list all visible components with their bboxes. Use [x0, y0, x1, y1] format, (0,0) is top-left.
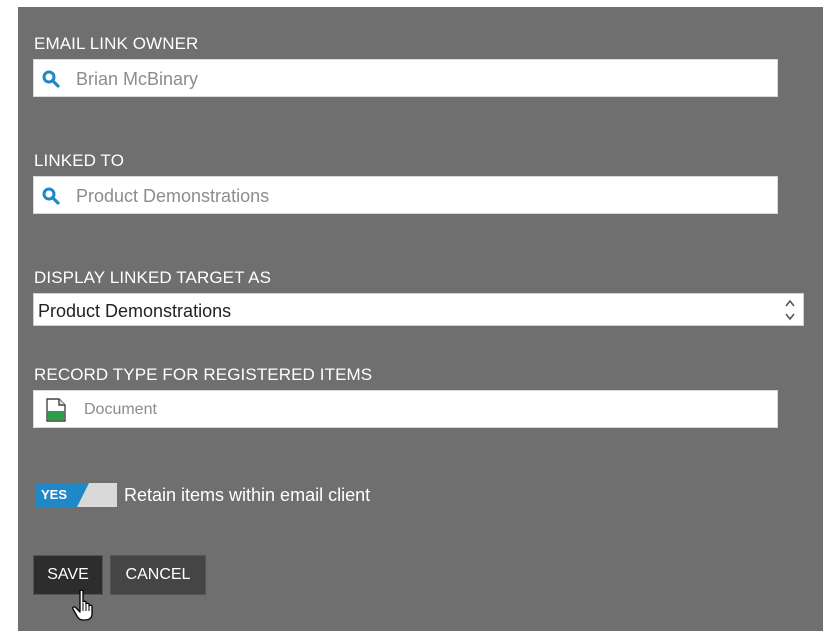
email-link-owner-value: Brian McBinary [76, 69, 199, 89]
hand-cursor-icon [72, 589, 93, 621]
record-type-label: RECORD TYPE FOR REGISTERED ITEMS [34, 365, 373, 384]
retain-items-toggle[interactable]: YES [35, 483, 117, 507]
display-linked-target-label: DISPLAY LINKED TARGET AS [34, 268, 272, 287]
cancel-button[interactable]: CANCEL [110, 555, 206, 595]
email-link-settings-panel: EMAIL LINK OWNER Brian McBinary LINKED T… [18, 7, 823, 631]
retain-items-label: Retain items within email client [124, 485, 371, 505]
search-icon [42, 70, 60, 88]
linked-to-field[interactable]: Product Demonstrations [33, 176, 778, 214]
record-type-value: Document [84, 401, 157, 418]
record-type-field[interactable]: Document [33, 390, 778, 428]
email-link-owner-field[interactable]: Brian McBinary [33, 59, 778, 97]
display-linked-target-value: Product Demonstrations [38, 301, 232, 321]
linked-to-value: Product Demonstrations [76, 186, 270, 206]
linked-to-label: LINKED TO [34, 151, 125, 170]
document-icon [46, 398, 66, 422]
select-arrows-icon [785, 299, 795, 321]
email-link-owner-label: EMAIL LINK OWNER [34, 34, 199, 53]
toggle-yes-text: YES [41, 487, 68, 502]
search-icon [42, 187, 60, 205]
display-linked-target-select[interactable]: Product Demonstrations [33, 293, 804, 326]
